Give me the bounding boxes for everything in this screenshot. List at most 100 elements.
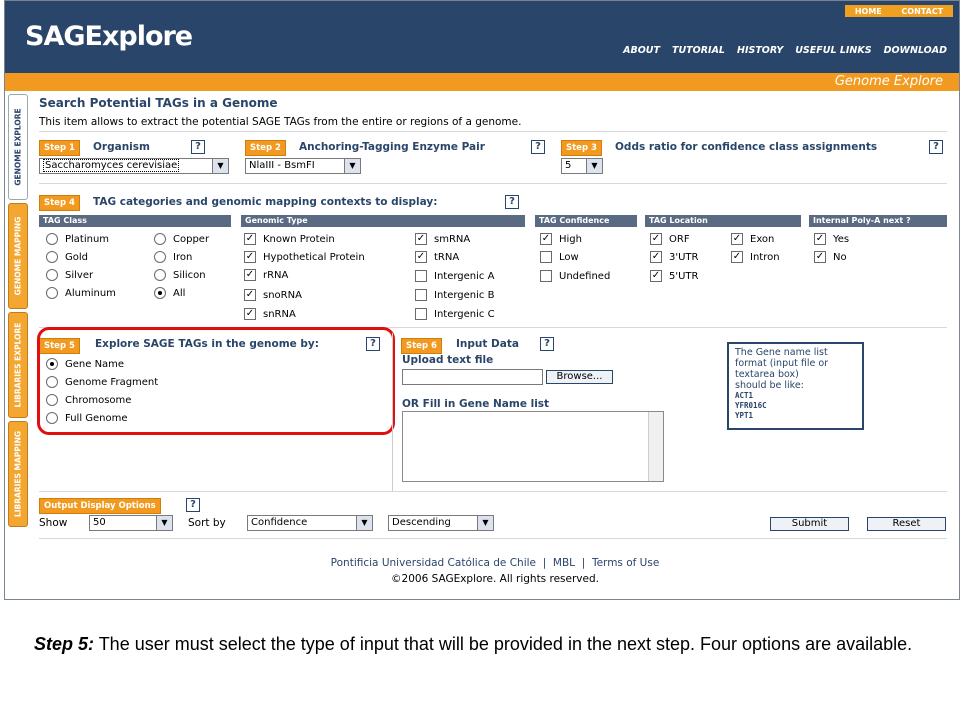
divider bbox=[39, 183, 947, 184]
checkbox[interactable]: ✓ bbox=[650, 270, 662, 282]
radio-aluminum[interactable]: Aluminum bbox=[46, 287, 116, 299]
checkbox[interactable] bbox=[415, 270, 427, 282]
radio-button[interactable] bbox=[46, 287, 58, 299]
checkbox[interactable]: ✓ bbox=[650, 251, 662, 263]
checkbox[interactable]: ✓ bbox=[244, 269, 256, 281]
output-help-icon[interactable]: ? bbox=[186, 498, 200, 512]
sort-value: Confidence bbox=[251, 517, 308, 528]
option-label: Exon bbox=[750, 233, 775, 245]
home-link[interactable]: HOME bbox=[855, 7, 882, 16]
browse-button[interactable]: Browse... bbox=[546, 370, 613, 384]
reset-button[interactable]: Reset bbox=[867, 517, 946, 531]
submit-button[interactable]: Submit bbox=[770, 517, 849, 531]
contact-link[interactable]: CONTACT bbox=[901, 7, 943, 16]
sort-select[interactable]: Confidence ▼ bbox=[247, 515, 373, 531]
tab-genome-explore[interactable]: GENOME EXPLORE bbox=[8, 94, 28, 200]
nav-useful-links[interactable]: USEFUL LINKS bbox=[795, 45, 871, 56]
check-rrna[interactable]: ✓ rRNA bbox=[244, 269, 288, 281]
checkbox[interactable]: ✓ bbox=[731, 233, 743, 245]
step3-help-icon[interactable]: ? bbox=[929, 140, 943, 154]
footer-link-puc[interactable]: Pontificia Universidad Católica de Chile bbox=[331, 557, 536, 569]
order-select[interactable]: Descending ▼ bbox=[388, 515, 494, 531]
checkbox[interactable]: ✓ bbox=[244, 289, 256, 301]
check-intergenic-b[interactable]: Intergenic B bbox=[415, 289, 494, 301]
checkbox[interactable]: ✓ bbox=[540, 233, 552, 245]
checkbox[interactable] bbox=[540, 251, 552, 263]
checkbox[interactable] bbox=[415, 289, 427, 301]
checkbox[interactable]: ✓ bbox=[244, 308, 256, 320]
check-snorna[interactable]: ✓ snoRNA bbox=[244, 289, 302, 301]
checkbox[interactable]: ✓ bbox=[415, 233, 427, 245]
radio-button[interactable] bbox=[154, 233, 166, 245]
enzyme-select[interactable]: NlaIII - BsmFI ▼ bbox=[245, 158, 361, 174]
checkbox[interactable]: ✓ bbox=[814, 233, 826, 245]
checkbox[interactable]: ✓ bbox=[415, 251, 427, 263]
radio-copper[interactable]: Copper bbox=[154, 233, 209, 245]
option-label: Platinum bbox=[65, 233, 110, 245]
option-label: Intergenic A bbox=[434, 270, 495, 282]
radio-silicon[interactable]: Silicon bbox=[154, 269, 206, 281]
step6-help-icon[interactable]: ? bbox=[540, 337, 554, 351]
checkbox[interactable]: ✓ bbox=[244, 233, 256, 245]
radio-gold[interactable]: Gold bbox=[46, 251, 88, 263]
check-intron[interactable]: ✓ Intron bbox=[731, 251, 780, 263]
check-undefined[interactable]: Undefined bbox=[540, 270, 610, 282]
nav-tutorial[interactable]: TUTORIAL bbox=[672, 45, 725, 56]
radio-iron[interactable]: Iron bbox=[154, 251, 192, 263]
checkbox[interactable] bbox=[415, 308, 427, 320]
logo[interactable]: SAGExplore bbox=[25, 21, 193, 52]
checkbox[interactable]: ✓ bbox=[814, 251, 826, 263]
radio-button[interactable] bbox=[46, 251, 58, 263]
tip-line: should be like: bbox=[735, 380, 804, 391]
check-exon[interactable]: ✓ Exon bbox=[731, 233, 774, 245]
checkbox[interactable] bbox=[540, 270, 552, 282]
check-high[interactable]: ✓ High bbox=[540, 233, 582, 245]
fill-label: OR Fill in Gene Name list bbox=[402, 398, 550, 410]
checkbox[interactable]: ✓ bbox=[731, 251, 743, 263]
radio-all[interactable]: All bbox=[154, 287, 185, 299]
gene-list-textarea[interactable] bbox=[402, 411, 664, 482]
radio-button[interactable] bbox=[154, 251, 166, 263]
check-known-protein[interactable]: ✓ Known Protein bbox=[244, 233, 335, 245]
radio-button[interactable] bbox=[154, 287, 166, 299]
check-trna[interactable]: ✓ tRNA bbox=[415, 251, 459, 263]
nav-about[interactable]: ABOUT bbox=[623, 45, 660, 56]
top-links: HOME CONTACT bbox=[845, 5, 953, 17]
checkbox[interactable]: ✓ bbox=[244, 251, 256, 263]
scrollbar[interactable] bbox=[648, 412, 663, 481]
footer-link-mbl[interactable]: MBL bbox=[553, 557, 575, 569]
check-5utr[interactable]: ✓ 5'UTR bbox=[650, 270, 699, 282]
check-intergenic-c[interactable]: Intergenic C bbox=[415, 308, 495, 320]
step4-help-icon[interactable]: ? bbox=[505, 195, 519, 209]
check-polya-no[interactable]: ✓ No bbox=[814, 251, 847, 263]
upload-file-input[interactable] bbox=[402, 369, 543, 385]
radio-button[interactable] bbox=[46, 269, 58, 281]
check-3utr[interactable]: ✓ 3'UTR bbox=[650, 251, 699, 263]
radio-button[interactable] bbox=[46, 233, 58, 245]
check-orf[interactable]: ✓ ORF bbox=[650, 233, 690, 245]
nav-history[interactable]: HISTORY bbox=[737, 45, 783, 56]
radio-button[interactable] bbox=[154, 269, 166, 281]
odds-select[interactable]: 5 ▼ bbox=[561, 158, 603, 174]
radio-silver[interactable]: Silver bbox=[46, 269, 93, 281]
organism-select[interactable]: Saccharomyces cerevisiae ▼ bbox=[39, 158, 229, 174]
step2-badge: Step 2 bbox=[245, 140, 286, 156]
tab-libraries-mapping[interactable]: LIBRARIES MAPPING bbox=[8, 421, 28, 527]
check-polya-yes[interactable]: ✓ Yes bbox=[814, 233, 849, 245]
tab-libraries-explore[interactable]: LIBRARIES EXPLORE bbox=[8, 312, 28, 418]
step2-help-icon[interactable]: ? bbox=[531, 140, 545, 154]
radio-platinum[interactable]: Platinum bbox=[46, 233, 109, 245]
check-low[interactable]: Low bbox=[540, 251, 579, 263]
option-label: Aluminum bbox=[65, 287, 116, 299]
check-hypothetical-protein[interactable]: ✓ Hypothetical Protein bbox=[244, 251, 365, 263]
check-intergenic-a[interactable]: Intergenic A bbox=[415, 270, 494, 282]
tab-genome-mapping[interactable]: GENOME MAPPING bbox=[8, 203, 28, 309]
footer-link-terms[interactable]: Terms of Use bbox=[592, 557, 659, 569]
step1-label: Organism bbox=[93, 141, 150, 153]
checkbox[interactable]: ✓ bbox=[650, 233, 662, 245]
step1-help-icon[interactable]: ? bbox=[191, 140, 205, 154]
show-select[interactable]: 50 ▼ bbox=[89, 515, 173, 531]
check-smrna[interactable]: ✓ smRNA bbox=[415, 233, 470, 245]
check-snrna[interactable]: ✓ snRNA bbox=[244, 308, 296, 320]
nav-download[interactable]: DOWNLOAD bbox=[884, 45, 947, 56]
